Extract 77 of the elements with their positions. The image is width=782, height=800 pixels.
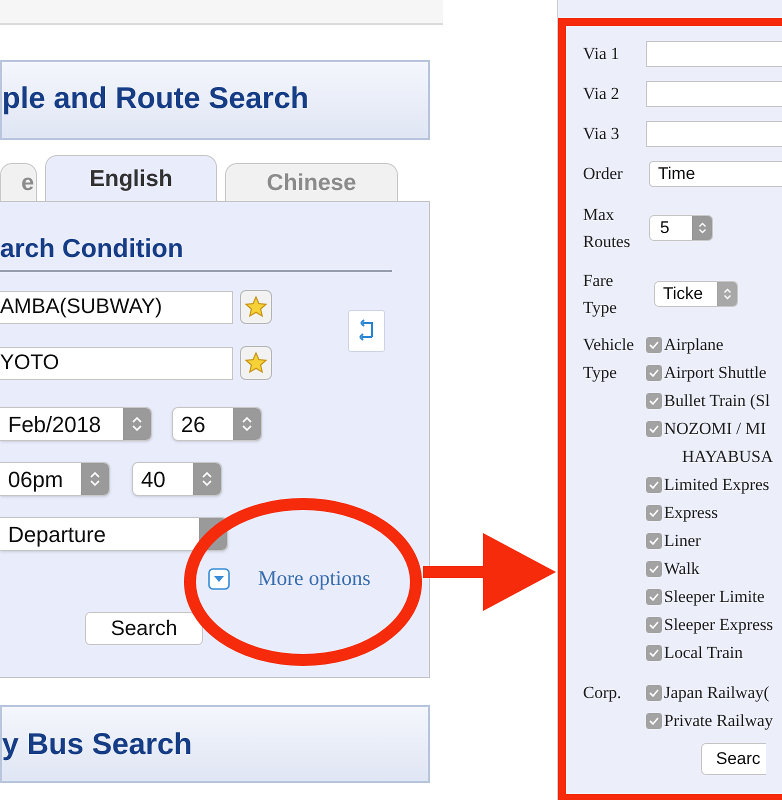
- checkbox-label: Airport Shuttle: [664, 362, 766, 384]
- checkmark-icon: [648, 507, 660, 519]
- field-label: Corp.: [583, 682, 622, 704]
- expand-icon[interactable]: [208, 568, 230, 590]
- hour-select[interactable]: 06pm: [0, 462, 110, 496]
- checkmark-icon: [648, 367, 660, 379]
- checkbox[interactable]: [646, 533, 662, 549]
- checkmark-icon: [648, 535, 660, 547]
- order-select[interactable]: Time: [649, 161, 782, 187]
- via-input[interactable]: [646, 121, 782, 147]
- checkbox-label: Japan Railway(: [664, 682, 770, 704]
- stepper-icon: [233, 408, 261, 440]
- checkmark-icon: [648, 563, 660, 575]
- field-label: Fare Type: [583, 270, 618, 319]
- checkbox-label: Private Railway: [664, 710, 774, 732]
- section-title: y Bus Search: [2, 726, 192, 762]
- checkmark-icon: [648, 591, 660, 603]
- checkbox-label: Sleeper Limite: [664, 586, 765, 608]
- day-select[interactable]: 26: [172, 407, 262, 441]
- favorite-star-button[interactable]: [240, 346, 272, 380]
- checkbox-label: Local Train: [664, 642, 743, 664]
- panel-heading: arch Condition: [0, 233, 184, 263]
- language-tab[interactable]: English: [45, 155, 217, 201]
- max-routes-select[interactable]: 5: [649, 215, 713, 241]
- checkbox-label: Sleeper Express: [664, 614, 774, 636]
- field-label: Max Routes: [583, 204, 632, 253]
- field-label: Vehicle Type: [583, 334, 635, 384]
- checkmark-icon: [648, 479, 660, 491]
- station-input[interactable]: AMBA(SUBWAY): [0, 290, 233, 324]
- checkbox-label: NOZOMI / MI HAYABUSA: [664, 418, 774, 468]
- checkbox-label: Limited Expres: [664, 474, 770, 496]
- search-button[interactable]: Search: [85, 612, 203, 644]
- more-options-link[interactable]: More options: [258, 563, 371, 594]
- checkbox[interactable]: [646, 713, 662, 729]
- stepper-icon: [692, 216, 712, 240]
- checkmark-icon: [648, 647, 660, 659]
- checkbox[interactable]: [646, 365, 662, 381]
- field-label: Via 2: [583, 83, 620, 106]
- swap-button[interactable]: [348, 310, 385, 352]
- checkbox-label: Express: [664, 502, 718, 524]
- checkbox[interactable]: [646, 337, 662, 353]
- section-title: ple and Route Search: [2, 81, 309, 117]
- stepper-icon: [81, 463, 109, 495]
- favorite-star-button[interactable]: [240, 290, 272, 324]
- fare-type-select[interactable]: Ticke: [654, 281, 738, 307]
- checkmark-icon: [648, 715, 660, 727]
- stepper-icon: [193, 463, 221, 495]
- checkmark-icon: [648, 423, 660, 435]
- via-input[interactable]: [646, 41, 782, 67]
- checkbox[interactable]: [646, 645, 662, 661]
- field-label: Via 1: [583, 43, 620, 66]
- month-select[interactable]: Feb/2018: [0, 407, 152, 441]
- checkbox[interactable]: [646, 393, 662, 409]
- checkbox[interactable]: [646, 589, 662, 605]
- checkbox[interactable]: [646, 561, 662, 577]
- checkmark-icon: [648, 339, 660, 351]
- field-label: Order: [583, 163, 624, 186]
- checkmark-icon: [648, 687, 660, 699]
- via-input[interactable]: [646, 81, 782, 107]
- field-label: Via 3: [583, 123, 620, 146]
- checkbox[interactable]: [646, 421, 662, 437]
- checkbox[interactable]: [646, 505, 662, 521]
- checkbox-label: Airplane: [664, 334, 724, 356]
- checkmark-icon: [648, 619, 660, 631]
- checkbox[interactable]: [646, 617, 662, 633]
- checkbox-label: Liner: [664, 530, 701, 552]
- minute-select[interactable]: 40: [132, 462, 222, 496]
- stepper-icon: [717, 282, 737, 306]
- stepper-icon: [123, 408, 151, 440]
- checkbox-label: Walk: [664, 558, 700, 580]
- station-input[interactable]: YOTO: [0, 346, 233, 380]
- search-button[interactable]: Searc: [701, 743, 766, 775]
- checkbox[interactable]: [646, 685, 662, 701]
- checkbox[interactable]: [646, 477, 662, 493]
- departure-select[interactable]: Departure: [0, 517, 228, 551]
- checkbox-label: Bullet Train (Sl: [664, 390, 770, 412]
- checkmark-icon: [648, 395, 660, 407]
